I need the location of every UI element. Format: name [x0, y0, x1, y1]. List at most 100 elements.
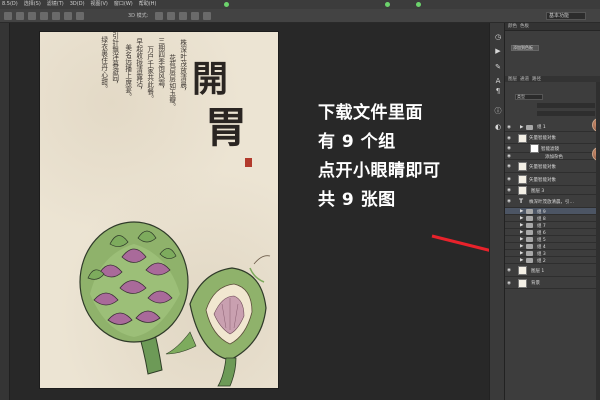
- visibility-eye-icon[interactable]: ◉: [507, 136, 512, 141]
- expand-arrow-icon[interactable]: ▶: [520, 251, 523, 256]
- character-icon[interactable]: A: [494, 77, 502, 85]
- layer-row[interactable]: ◉ 图层 1: [505, 264, 600, 277]
- visibility-eye-icon[interactable]: ◉: [507, 268, 512, 273]
- visibility-eye-icon[interactable]: ◉: [507, 188, 512, 193]
- align-icon[interactable]: [40, 12, 48, 20]
- align-icon[interactable]: [16, 12, 24, 20]
- swatches-area: 添加到色板: [505, 31, 600, 76]
- visibility-eye-icon[interactable]: [507, 251, 512, 256]
- folder-icon: [526, 216, 533, 221]
- red-seal-stamp: [245, 158, 252, 167]
- layer-row[interactable]: ▶ 组 3: [505, 250, 600, 257]
- menu-item[interactable]: 窗口(W): [114, 0, 133, 9]
- 3d-scale-icon[interactable]: [203, 12, 211, 20]
- menu-item[interactable]: 帮助(H): [139, 0, 157, 9]
- workspace-select[interactable]: 基本功能: [546, 12, 586, 20]
- layer-name: 组 3: [537, 251, 546, 257]
- menu-item[interactable]: 8.5(D): [2, 0, 18, 9]
- history-icon[interactable]: ◷: [494, 33, 502, 41]
- distribute-icon[interactable]: [64, 12, 72, 20]
- visibility-eye-icon[interactable]: [507, 244, 512, 249]
- 3d-pan-icon[interactable]: [179, 12, 187, 20]
- expand-arrow-icon[interactable]: ▶: [520, 209, 523, 214]
- layer-row[interactable]: ▶ 组 4: [505, 243, 600, 250]
- lock-controls[interactable]: [537, 111, 595, 116]
- distribute-icon[interactable]: [76, 12, 84, 20]
- expand-arrow-icon[interactable]: ▶: [520, 216, 523, 221]
- document-canvas[interactable]: 開 胃 株深叶茂放清晨， 花苞层层如玉瓣。 三期四季饱风霜， 万户千家共此餐。 …: [40, 32, 278, 388]
- brush-icon[interactable]: ✎: [494, 63, 502, 71]
- 3d-roll-icon[interactable]: [167, 12, 175, 20]
- layer-row[interactable]: ◉ T 株深叶茂放清晨，引…: [505, 195, 600, 208]
- layer-row[interactable]: ◉ 矢量智能对象: [505, 132, 600, 144]
- visibility-eye-icon[interactable]: [507, 209, 512, 214]
- layer-thumbnail: [518, 278, 527, 288]
- visibility-eye-icon[interactable]: ◉: [507, 154, 512, 159]
- layer-thumbnail: [518, 186, 527, 195]
- filter-label: 类型: [517, 94, 525, 99]
- menu-item[interactable]: 3D(D): [70, 0, 85, 9]
- layer-row[interactable]: ▶ 组 6: [505, 229, 600, 236]
- visibility-eye-icon[interactable]: [507, 237, 512, 242]
- adjust-icon[interactable]: ◐: [494, 123, 502, 131]
- visibility-eye-icon[interactable]: [507, 258, 512, 263]
- info-icon[interactable]: ⓘ: [494, 107, 502, 115]
- move-tool-icon[interactable]: [4, 12, 12, 20]
- layer-name: 图层 3: [531, 188, 545, 194]
- layer-row[interactable]: ▶ 组 9: [505, 208, 600, 215]
- visibility-eye-icon[interactable]: [507, 216, 512, 221]
- layer-thumbnail: [518, 133, 527, 143]
- layer-row[interactable]: ▶ 组 8: [505, 215, 600, 222]
- align-icon[interactable]: [28, 12, 36, 20]
- 3d-mode-label: 3D 模式:: [128, 13, 149, 19]
- layer-row[interactable]: ◉ 图层 3: [505, 186, 600, 195]
- visibility-eye-icon[interactable]: [507, 230, 512, 235]
- visibility-eye-icon[interactable]: ◉: [507, 199, 512, 204]
- layer-row[interactable]: ▶ 组 2: [505, 257, 600, 264]
- layer-row[interactable]: ◉ ▶ 组 1: [505, 122, 600, 132]
- 3d-slide-icon[interactable]: [191, 12, 199, 20]
- expand-arrow-icon[interactable]: ▶: [520, 125, 523, 130]
- expand-arrow-icon[interactable]: ▶: [520, 230, 523, 235]
- layer-row[interactable]: ◉ 智能滤镜: [505, 144, 600, 153]
- layer-row[interactable]: ▶ 组 5: [505, 236, 600, 243]
- layer-row[interactable]: ◉ 矢量智能对象: [505, 173, 600, 186]
- visibility-eye-icon[interactable]: ◉: [507, 125, 512, 130]
- tools-panel: [0, 23, 10, 400]
- 3d-orbit-icon[interactable]: [155, 12, 163, 20]
- visibility-eye-icon[interactable]: ◉: [507, 281, 512, 286]
- layer-name: 图层 1: [531, 268, 545, 274]
- tab-swatches[interactable]: 色板: [520, 23, 529, 30]
- expand-arrow-icon[interactable]: ▶: [520, 223, 523, 228]
- tab-color[interactable]: 颜色: [508, 23, 517, 30]
- expand-arrow-icon[interactable]: ▶: [520, 244, 523, 249]
- visibility-eye-icon[interactable]: ◉: [507, 146, 512, 151]
- layer-row[interactable]: ◉ 矢量智能对象: [505, 160, 600, 173]
- visibility-eye-icon[interactable]: [507, 223, 512, 228]
- paragraph-icon[interactable]: ¶: [494, 87, 502, 95]
- align-icon[interactable]: [52, 12, 60, 20]
- visibility-eye-icon[interactable]: ◉: [507, 177, 512, 182]
- actions-icon[interactable]: ▶: [494, 47, 502, 55]
- layer-filter-select[interactable]: 类型: [515, 94, 543, 100]
- folder-icon: [526, 244, 533, 249]
- expand-arrow-icon[interactable]: ▶: [520, 258, 523, 263]
- blend-mode-select[interactable]: [537, 103, 595, 108]
- layer-row[interactable]: ▶ 组 7: [505, 222, 600, 229]
- layer-row[interactable]: ◉ 添加杂色: [505, 153, 600, 160]
- menu-item[interactable]: 滤镜(T): [47, 0, 64, 9]
- add-to-swatches-button[interactable]: 添加到色板: [511, 45, 539, 51]
- menu-item[interactable]: 视图(V): [91, 0, 108, 9]
- expand-arrow-icon[interactable]: ▶: [520, 237, 523, 242]
- photoshop-window: 8.5(D) 选择(S) 滤镜(T) 3D(D) 视图(V) 窗口(W) 帮助(…: [0, 0, 600, 400]
- annotation-text: 下载文件里面 有 9 个组 点开小眼睛即可 共 9 张图: [318, 99, 488, 215]
- visibility-eye-icon[interactable]: ◉: [507, 164, 512, 169]
- options-bar: 3D 模式: 基本功能: [0, 9, 600, 23]
- poem-column: 美名远播上席宴。: [123, 44, 132, 100]
- menu-item[interactable]: 选择(S): [24, 0, 41, 9]
- layers-scrollbar[interactable]: [596, 82, 600, 400]
- layer-row[interactable]: ◉ 背景: [505, 277, 600, 289]
- menu-bar: 8.5(D) 选择(S) 滤镜(T) 3D(D) 视图(V) 窗口(W) 帮助(…: [0, 0, 600, 9]
- layer-name: 组 9: [537, 209, 546, 215]
- panel-icon-strip: ◷ ▶ ✎ A ¶ ⓘ ◐: [489, 23, 505, 400]
